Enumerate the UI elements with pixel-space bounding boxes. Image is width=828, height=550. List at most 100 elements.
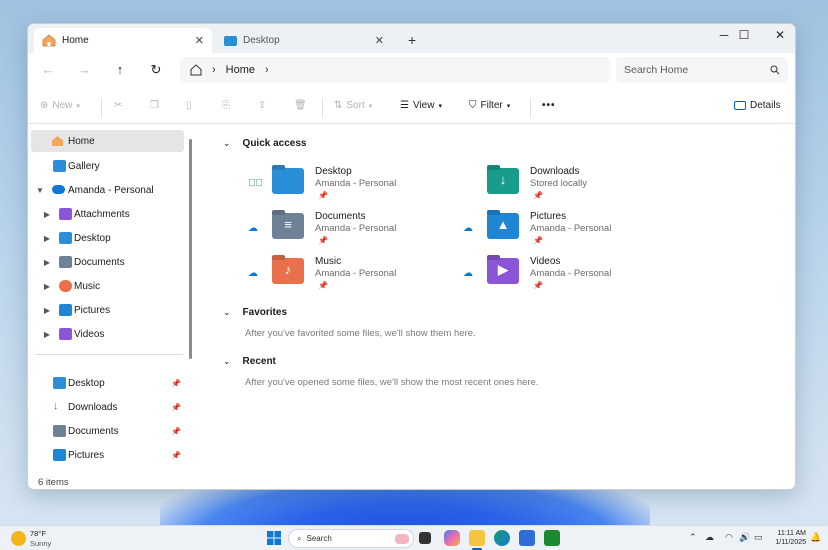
sidebar-item-pictures[interactable]: ▶ Pictures — [28, 299, 185, 321]
copilot-icon[interactable] — [444, 530, 460, 546]
store-icon[interactable] — [519, 530, 535, 546]
sidebar-item-home[interactable]: Home — [31, 130, 184, 152]
pin-icon[interactable]: 📌 — [171, 379, 181, 388]
view-button[interactable]: ☰ View ▾ — [400, 100, 442, 111]
quick-access-documents[interactable]: ☁ ≡ Documents Amanda - Personal 📌 — [248, 211, 458, 251]
chevron-right-icon[interactable]: ▶ — [42, 210, 52, 219]
close-window-button[interactable]: ✕ — [770, 28, 790, 42]
maximize-button[interactable]: ☐ — [734, 28, 754, 42]
sidebar-item-attachments[interactable]: ▶ Attachments — [28, 203, 185, 225]
close-tab-icon[interactable]: ✕ — [195, 34, 204, 47]
cloud-icon: ☁ — [248, 268, 258, 279]
toolbar-divider — [322, 98, 323, 118]
file-explorer-icon[interactable] — [469, 530, 485, 546]
sidebar-pinned-downloads[interactable]: ↓ Downloads 📌 — [28, 396, 185, 418]
quick-access-downloads[interactable]: ↓ Downloads Stored locally 📌 — [463, 166, 673, 206]
chevron-down-icon[interactable]: ⌄ — [223, 356, 231, 367]
sidebar-item-gallery[interactable]: Gallery — [28, 155, 185, 177]
sort-button[interactable]: ⇅ Sort ▾ — [334, 100, 372, 111]
chevron-up-icon[interactable]: ⌃ — [689, 532, 697, 543]
share-button[interactable]: ⇪ — [258, 100, 266, 111]
pin-icon[interactable]: 📌 — [171, 403, 181, 412]
pin-icon: 📌 — [318, 281, 328, 290]
notification-bell-icon[interactable]: 🔔 — [810, 532, 821, 543]
sidebar-item-music[interactable]: ▶ Music — [28, 275, 185, 297]
cut-button[interactable]: ✂ — [114, 100, 122, 111]
recent-header[interactable]: ⌄ Recent — [223, 356, 276, 367]
back-button[interactable]: ← — [39, 62, 57, 77]
favorites-header[interactable]: ⌄ Favorites — [223, 307, 287, 318]
sun-icon[interactable] — [11, 531, 26, 546]
weather-temp[interactable]: 78°F — [30, 529, 46, 538]
sidebar-scrollbar[interactable] — [189, 139, 192, 359]
quick-access-header[interactable]: ⌄ Quick access — [223, 138, 306, 149]
edge-icon[interactable] — [494, 530, 510, 546]
copy-icon: ❐ — [150, 100, 159, 111]
clock[interactable]: 11:11 AM 1/11/2025 — [770, 529, 806, 547]
folder-location: Amanda - Personal — [315, 268, 397, 279]
minimize-button[interactable]: ─ — [714, 28, 734, 42]
new-button[interactable]: ⊕ New ▾ — [40, 100, 80, 111]
chevron-right-icon[interactable]: ▶ — [42, 282, 52, 291]
volume-icon[interactable]: 🔊 — [739, 532, 750, 543]
new-tab-button[interactable]: + — [408, 32, 416, 48]
recent-empty-note: After you've opened some files, we'll sh… — [245, 377, 539, 388]
favorites-title: Favorites — [242, 307, 288, 318]
more-options-button[interactable]: ••• — [542, 100, 556, 111]
filter-button[interactable]: ⛉ Filter ▾ — [469, 100, 510, 111]
sidebar-item-onedrive[interactable]: ▼ Amanda - Personal — [28, 179, 185, 201]
xbox-icon[interactable] — [544, 530, 560, 546]
pin-icon[interactable]: 📌 — [171, 427, 181, 436]
file-explorer-window: Home ✕ Desktop ✕ + ─ ☐ ✕ ← → ↑ ↻ › Home … — [27, 23, 796, 490]
clock-time: 11:11 AM — [777, 530, 806, 537]
sidebar-item-desktop[interactable]: ▶ Desktop — [28, 227, 185, 249]
wifi-icon[interactable]: ◠ — [725, 532, 733, 543]
quick-access-desktop[interactable]: ✓⃝ Desktop Amanda - Personal 📌 — [248, 166, 458, 206]
navigation-bar: ← → ↑ ↻ › Home › Search Home — [28, 53, 795, 88]
chevron-right-icon[interactable]: ▶ — [42, 306, 52, 315]
tab-desktop[interactable]: Desktop ✕ — [216, 28, 392, 53]
chevron-down-icon: ▾ — [76, 102, 80, 110]
forward-button[interactable]: → — [75, 62, 93, 77]
refresh-button[interactable]: ↻ — [147, 62, 165, 78]
chevron-down-icon[interactable]: ⌄ — [223, 307, 231, 318]
chevron-down-icon[interactable]: ▼ — [35, 186, 45, 195]
search-input[interactable]: Search Home — [616, 57, 788, 83]
battery-icon[interactable]: ▭ — [754, 532, 763, 543]
close-tab-icon[interactable]: ✕ — [375, 34, 384, 47]
task-view-icon[interactable] — [419, 532, 431, 544]
quick-access-videos[interactable]: ☁ ▶ Videos Amanda - Personal 📌 — [463, 256, 673, 296]
pin-icon[interactable]: 📌 — [171, 451, 181, 460]
folder-name: Videos — [530, 256, 561, 267]
address-bar[interactable]: › Home › — [180, 57, 610, 83]
breadcrumb-chevron-icon[interactable]: › — [265, 64, 269, 76]
sidebar-pinned-pictures[interactable]: Pictures 📌 — [28, 444, 185, 466]
tab-home-label: Home — [62, 35, 89, 46]
paste-button[interactable]: ▯ — [186, 100, 192, 111]
details-button[interactable]: Details — [734, 100, 781, 111]
cloud-icon: ☁ — [463, 268, 473, 279]
quick-access-pictures[interactable]: ☁ ▲ Pictures Amanda - Personal 📌 — [463, 211, 673, 251]
copy-button[interactable]: ❐ — [150, 100, 159, 111]
weather-desc[interactable]: Sunny — [30, 539, 51, 548]
chevron-right-icon[interactable]: ▶ — [42, 258, 52, 267]
delete-button[interactable]: 🗑 — [294, 100, 307, 111]
sidebar-item-videos[interactable]: ▶ Videos — [28, 323, 185, 345]
chevron-right-icon[interactable]: ▶ — [42, 330, 52, 339]
pictures-folder-icon — [59, 304, 72, 316]
taskbar-search[interactable]: ⌕ Search — [288, 529, 414, 548]
onedrive-cloud-icon[interactable]: ☁ — [705, 532, 714, 543]
windows-start-icon[interactable] — [266, 530, 282, 546]
downloads-folder-icon: ↓ — [487, 168, 519, 194]
breadcrumb-home[interactable]: Home — [226, 64, 255, 76]
rename-button[interactable]: ⎘ — [222, 100, 230, 111]
tab-home[interactable]: Home ✕ — [34, 28, 212, 53]
quick-access-music[interactable]: ☁ ♪ Music Amanda - Personal 📌 — [248, 256, 458, 296]
up-button[interactable]: ↑ — [111, 62, 129, 77]
chevron-down-icon[interactable]: ⌄ — [223, 138, 231, 149]
documents-folder-icon: ≡ — [272, 213, 304, 239]
chevron-right-icon[interactable]: ▶ — [42, 234, 52, 243]
sidebar-item-documents[interactable]: ▶ Documents — [28, 251, 185, 273]
sidebar-pinned-documents[interactable]: Documents 📌 — [28, 420, 185, 442]
sidebar-pinned-desktop[interactable]: Desktop 📌 — [28, 372, 185, 394]
